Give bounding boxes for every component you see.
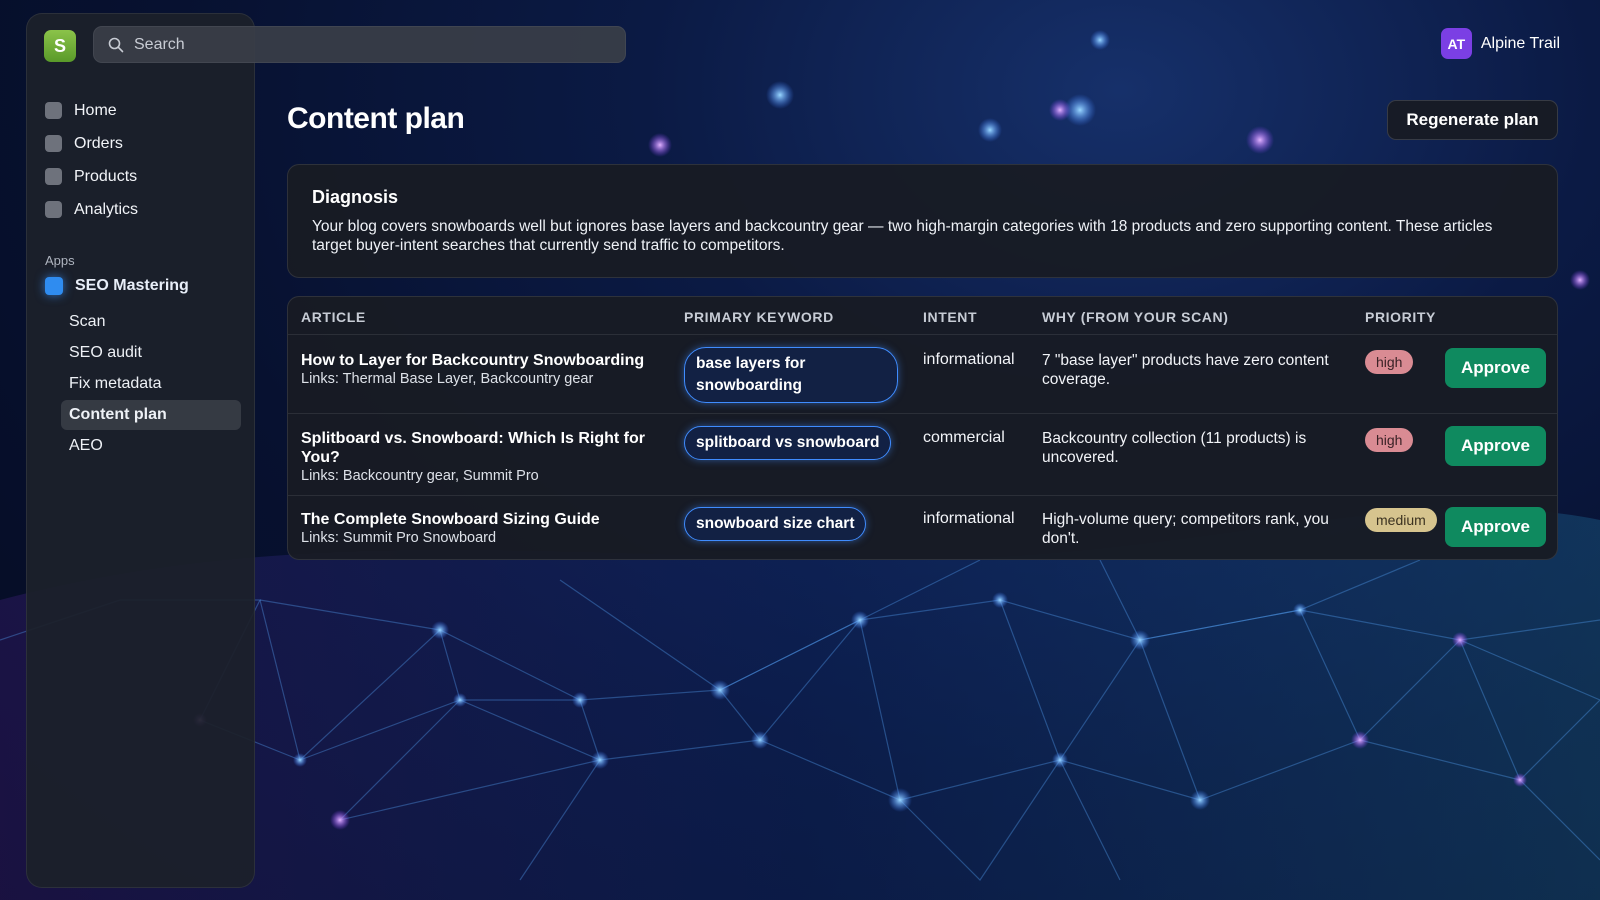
article-links: Links: Backcountry gear, Summit Pro — [301, 468, 539, 484]
keyword-cell: base layers for snowboarding — [684, 347, 898, 403]
orders-icon — [45, 135, 62, 152]
why-cell: Backcountry collection (11 products) is … — [1042, 430, 1307, 466]
article-cell: How to Layer for Backcountry Snowboardin… — [301, 351, 656, 388]
action-cell: Approve — [1445, 348, 1546, 388]
sidebar-item-label: SEO Mastering — [75, 277, 189, 294]
column-header-article: ARTICLE — [301, 309, 366, 325]
app-window: S Home Orders Products Analytics Apps SE… — [0, 0, 1600, 900]
sidebar-item-label: Products — [74, 167, 138, 185]
article-cell: The Complete Snowboard Sizing Guide Link… — [301, 510, 656, 547]
intent-cell: informational — [923, 351, 1015, 368]
diagnosis-card: Diagnosis Your blog covers snowboards we… — [287, 164, 1558, 278]
sidebar-item-label: Orders — [74, 134, 123, 152]
table-row: The Complete Snowboard Sizing Guide Link… — [288, 496, 1557, 559]
table-header: ARTICLE PRIMARY KEYWORD INTENT WHY (FROM… — [288, 297, 1557, 335]
main-nav: Home Orders Products Analytics — [45, 94, 245, 226]
keyword-pill: snowboard size chart — [684, 507, 867, 541]
user-menu[interactable]: AT Alpine Trail — [1440, 28, 1560, 59]
sidebar: S Home Orders Products Analytics Apps SE… — [26, 13, 255, 888]
subnav-item-aeo[interactable]: AEO — [61, 431, 241, 461]
regenerate-plan-button[interactable]: Regenerate plan — [1387, 100, 1558, 140]
sidebar-item-analytics[interactable]: Analytics — [45, 193, 245, 226]
intent-cell: commercial — [923, 429, 1005, 446]
diagnosis-title: Diagnosis — [312, 187, 399, 207]
app-icon — [45, 277, 63, 295]
article-title[interactable]: The Complete Snowboard Sizing Guide — [301, 510, 656, 529]
priority-badge: medium — [1365, 508, 1437, 532]
priority-badge: high — [1365, 350, 1414, 374]
approve-button[interactable]: Approve — [1445, 348, 1546, 388]
sidebar-item-products[interactable]: Products — [45, 160, 245, 193]
avatar: AT — [1440, 28, 1472, 59]
column-header-priority: PRIORITY — [1365, 309, 1436, 325]
sidebar-item-orders[interactable]: Orders — [45, 127, 245, 160]
intent-cell: informational — [923, 510, 1015, 527]
subnav-item-scan[interactable]: Scan — [61, 307, 241, 337]
home-icon — [45, 102, 62, 119]
priority-cell: high — [1365, 428, 1414, 452]
products-icon — [45, 168, 62, 185]
article-links: Links: Summit Pro Snowboard — [301, 530, 497, 546]
subnav-item-content-plan[interactable]: Content plan — [61, 400, 241, 430]
article-title[interactable]: How to Layer for Backcountry Snowboardin… — [301, 351, 656, 370]
article-title[interactable]: Splitboard vs. Snowboard: Which Is Right… — [301, 429, 656, 467]
why-cell: 7 "base layer" products have zero conten… — [1042, 352, 1329, 388]
action-cell: Approve — [1445, 426, 1546, 466]
search-icon — [108, 37, 124, 52]
sidebar-item-label: Analytics — [74, 200, 139, 218]
sidebar-item-home[interactable]: Home — [45, 94, 245, 127]
article-cell: Splitboard vs. Snowboard: Which Is Right… — [301, 429, 656, 485]
column-header-intent: INTENT — [923, 309, 978, 325]
column-header-why: WHY (FROM YOUR SCAN) — [1042, 309, 1229, 325]
priority-badge: high — [1365, 428, 1414, 452]
subnav-item-seo-audit[interactable]: SEO audit — [61, 338, 241, 368]
content-plan-table: ARTICLE PRIMARY KEYWORD INTENT WHY (FROM… — [287, 296, 1558, 560]
article-links: Links: Thermal Base Layer, Backcountry g… — [301, 371, 594, 387]
priority-cell: medium — [1365, 508, 1437, 532]
search-input[interactable] — [134, 35, 594, 54]
table-row: Splitboard vs. Snowboard: Which Is Right… — [288, 414, 1557, 496]
user-name: Alpine Trail — [1480, 34, 1560, 52]
diagnosis-text: Your blog covers snowboards well but ign… — [312, 218, 1493, 254]
subnav-item-fix-metadata[interactable]: Fix metadata — [61, 369, 241, 399]
app-logo[interactable]: S — [44, 30, 76, 62]
approve-button[interactable]: Approve — [1445, 507, 1546, 547]
sidebar-item-seo-mastering[interactable]: SEO Mastering — [45, 277, 189, 295]
keyword-cell: snowboard size chart — [684, 507, 867, 541]
apps-section-label: Apps — [45, 253, 75, 268]
app-subnav: Scan SEO audit Fix metadata Content plan… — [61, 307, 241, 462]
analytics-icon — [45, 201, 62, 218]
search-bar[interactable] — [93, 26, 626, 63]
action-cell: Approve — [1445, 507, 1546, 547]
keyword-pill: base layers for snowboarding — [684, 347, 898, 403]
why-cell: High-volume query; competitors rank, you… — [1042, 511, 1329, 547]
column-header-keyword: PRIMARY KEYWORD — [684, 309, 834, 325]
keyword-pill: splitboard vs snowboard — [684, 426, 892, 460]
approve-button[interactable]: Approve — [1445, 426, 1546, 466]
keyword-cell: splitboard vs snowboard — [684, 426, 892, 460]
table-row: How to Layer for Backcountry Snowboardin… — [288, 335, 1557, 414]
sidebar-item-label: Home — [74, 101, 117, 119]
priority-cell: high — [1365, 350, 1414, 374]
page-title: Content plan — [287, 102, 465, 135]
